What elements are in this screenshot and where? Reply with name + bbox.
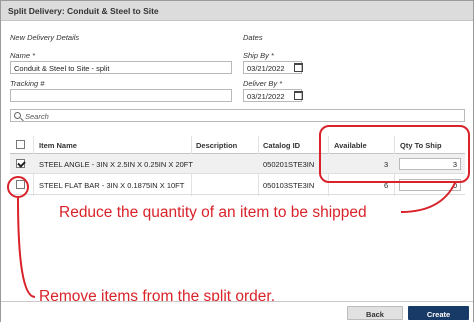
annotation-connectors	[17, 182, 456, 298]
create-button[interactable]: Create	[408, 306, 469, 320]
qty-annotation-connector	[400, 182, 456, 213]
checkbox-annotation-circle	[7, 176, 29, 198]
split-delivery-dialog: Split Delivery: Conduit & Steel to Site …	[0, 0, 474, 322]
qty-annotation-text: Reduce the quantity of an item to be shi…	[59, 204, 367, 221]
dialog-footer: Back Create	[1, 301, 473, 322]
remove-annotation-connector	[17, 197, 36, 298]
back-button[interactable]: Back	[347, 306, 403, 320]
